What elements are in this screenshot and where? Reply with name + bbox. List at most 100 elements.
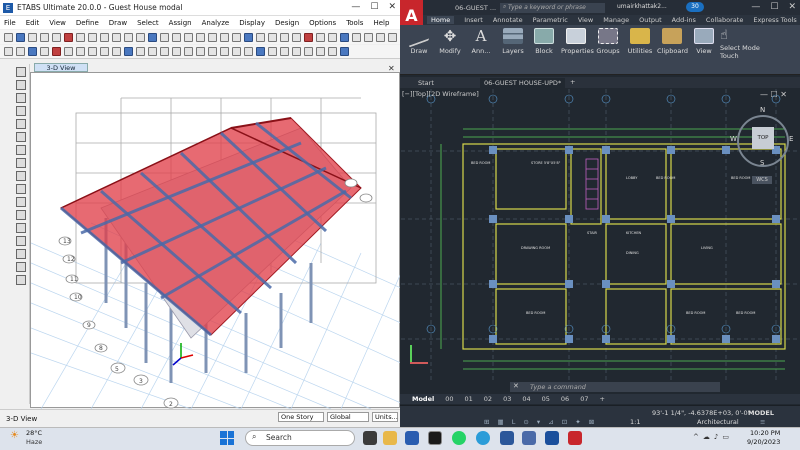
export-icon[interactable] [388,32,397,42]
word-icon[interactable] [500,431,514,445]
refresh-icon[interactable] [292,32,301,42]
minimize-button[interactable]: — [351,2,360,12]
up-icon[interactable] [220,32,229,42]
compass-east[interactable]: E [789,135,793,143]
run-icon[interactable] [76,32,85,42]
menu-view[interactable]: View [49,19,66,27]
tab-collaborate[interactable]: Collaborate [706,16,743,24]
menu-tools[interactable]: Tools [346,19,363,27]
all-icon[interactable] [4,47,13,56]
open-icon[interactable] [16,32,25,42]
maximize-button[interactable]: ☐ [370,2,378,12]
report-icon[interactable] [376,32,385,42]
tab-insert[interactable]: Insert [464,16,483,24]
utilities-button[interactable]: Utilities [625,28,655,55]
frame-icon[interactable] [316,32,325,42]
draw-floor-icon[interactable] [15,158,26,168]
menu-select[interactable]: Select [137,19,159,27]
elevation-icon[interactable] [136,47,145,56]
label-icon[interactable] [184,47,193,56]
view-xy-icon[interactable] [160,32,169,42]
file-explorer-icon[interactable] [383,431,397,445]
etabs-taskbar-icon[interactable] [545,431,559,445]
units-button[interactable]: Units... [372,412,398,422]
tab-home[interactable]: Home [427,16,455,24]
close-button[interactable]: ✕ [388,2,396,12]
viewport-window-controls[interactable]: — ☐ ✕ [760,90,787,99]
draw-link-icon[interactable] [15,184,26,194]
draw-grid-icon[interactable] [15,249,26,259]
grid-icon[interactable] [268,32,277,42]
view-tab-3d[interactable]: 3-D View [34,63,88,72]
layers-button[interactable]: Layers [498,28,528,55]
view-xz-icon[interactable] [172,32,181,42]
extrude-icon[interactable] [220,47,229,56]
model-space-toggle[interactable]: MODEL [748,409,774,417]
table-icon[interactable] [364,32,373,42]
menu-assign[interactable]: Assign [169,19,192,27]
lock-icon[interactable] [64,32,73,42]
design-icon[interactable] [304,32,313,42]
y-icon[interactable] [244,47,253,56]
rotate-icon[interactable] [196,32,205,42]
object-shrink-icon[interactable] [244,32,253,42]
maximize-button[interactable]: ☐ [770,2,778,12]
draw-slab-icon[interactable] [15,210,26,220]
app-icon[interactable] [522,431,536,445]
menu-design[interactable]: Design [275,19,299,27]
axis-icon[interactable] [304,47,313,56]
undo-icon[interactable] [40,32,49,42]
new-tab-icon[interactable]: + [570,78,575,86]
command-line-input[interactable]: Type a command [510,382,720,392]
weather-icon[interactable]: ☀ [10,430,19,441]
tab-manage[interactable]: Manage [603,16,629,24]
x-icon[interactable] [232,47,241,56]
out-icon[interactable] [340,47,349,56]
menu-help[interactable]: Help [373,19,389,27]
save-icon[interactable] [28,32,37,42]
draw-section-icon[interactable] [15,236,26,246]
draw-ref-icon[interactable] [15,262,26,272]
zoom-prev-icon[interactable] [100,47,109,56]
command-close-icon[interactable]: ✕ [513,382,519,390]
layout-tab[interactable]: 05 [542,395,550,403]
menu-analyze[interactable]: Analyze [202,19,230,27]
user-account[interactable]: umairkhattak2... [617,3,667,10]
clipboard-button[interactable]: Clipboard [657,28,688,55]
whatsapp-icon[interactable] [452,431,466,445]
etabs-3d-viewport[interactable]: 13 12 11 10 9 8 5 3 2 [30,72,402,410]
select-pointer-icon[interactable] [15,67,26,77]
notification-badge[interactable]: 30 [686,2,704,12]
plan-icon[interactable] [124,47,133,56]
doc-tab-guest-house[interactable]: 06-GUEST HOUSE-UPD* [480,78,566,88]
cfg-icon[interactable] [328,47,337,56]
viewcube-top[interactable]: TOP [752,127,774,149]
compass-west[interactable]: W [730,135,737,143]
tab-express-tools[interactable]: Express Tools [753,16,796,24]
menu-edit[interactable]: Edit [26,19,40,27]
annotation-button[interactable]: A Ann... [466,28,496,55]
groups-button[interactable]: Groups [593,28,623,55]
doc-tab-start[interactable]: Start [418,79,434,87]
clock-date[interactable]: 9/20/2023 [747,438,780,446]
edge-icon[interactable] [196,47,205,56]
tab-parametric[interactable]: Parametric [533,16,568,24]
weather-condition[interactable]: Haze [26,438,42,446]
pointer-icon[interactable] [88,32,97,42]
deform-icon[interactable] [340,32,349,42]
draw-opening-icon[interactable] [15,171,26,181]
annotation-scale[interactable]: 1:1 [630,418,640,426]
menu-options[interactable]: Options [309,19,336,27]
view-3d-icon[interactable] [148,32,157,42]
menu-draw[interactable]: Draw [109,19,127,27]
compass-north[interactable]: N [760,106,765,114]
fill-icon[interactable] [208,47,217,56]
zoom-all-icon[interactable] [88,47,97,56]
color-icon[interactable] [256,47,265,56]
weather-temp[interactable]: 28°C [26,429,42,437]
view-yz-icon[interactable] [184,32,193,42]
start-button[interactable] [220,431,234,445]
zoom-in-icon[interactable] [100,32,109,42]
drafting-toggles[interactable]: ⊞ ▦ L ⊙ ▾ ⊿ ⊡ ✦ ⊠ [484,418,597,426]
layout-tab[interactable]: 03 [503,395,511,403]
